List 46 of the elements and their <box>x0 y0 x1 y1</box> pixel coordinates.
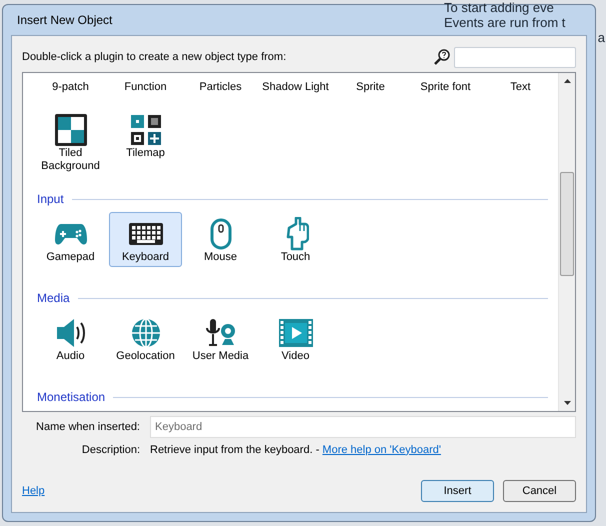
plugin-item[interactable]: Geolocation <box>109 311 182 366</box>
name-input[interactable]: Keyboard <box>150 416 576 438</box>
plugin-item[interactable]: Sprite <box>334 76 407 98</box>
dialog-button[interactable]: Insert <box>421 480 494 502</box>
plugin-item[interactable]: Mouse <box>184 212 257 267</box>
plugin-item[interactable]: 9-patch <box>34 76 107 98</box>
plugin-item[interactable]: Tiled Background <box>34 108 107 176</box>
plugin-item[interactable]: Tilemap <box>109 108 182 176</box>
dialog-button[interactable]: Cancel <box>503 480 576 502</box>
plugin-item[interactable]: Particles <box>184 76 257 98</box>
section-heading: Media <box>37 290 70 307</box>
search-help-icon <box>434 49 450 65</box>
section-heading: Monetisation <box>37 389 106 406</box>
plugin-item[interactable]: Text <box>484 76 557 98</box>
plugin-item[interactable]: Function <box>109 76 182 98</box>
plugin-item[interactable]: Gamepad <box>34 212 107 267</box>
prompt-text: Double-click a plugin to create a new object type from: <box>22 50 286 65</box>
section-heading: Input <box>37 191 64 208</box>
tiled-squares-icon <box>54 113 88 147</box>
plugin-item[interactable]: User Media <box>184 311 257 366</box>
video-icon <box>278 319 312 347</box>
plugin-item[interactable]: Touch <box>259 212 332 267</box>
microphone-webcam-icon <box>204 318 236 348</box>
keyboard-icon <box>128 223 162 245</box>
tile-grid-icon <box>130 114 162 146</box>
help-link[interactable]: More help on 'Keyboard' <box>322 444 441 456</box>
gamepad-icon <box>54 221 86 247</box>
search-field[interactable] <box>454 46 576 68</box>
background-text: To start adding eve <box>444 0 554 15</box>
plugin-item[interactable]: Keyboard <box>109 212 182 267</box>
plugin-item[interactable]: Audio <box>34 311 107 366</box>
mouse-icon <box>210 218 232 250</box>
globe-icon <box>130 317 162 349</box>
background-text: Events are run from t <box>444 15 566 30</box>
background-text: a <box>598 30 606 45</box>
window-title: Insert New Object <box>17 12 112 29</box>
field-label: Description: <box>80 442 141 458</box>
field-label: Name when inserted: <box>35 420 141 435</box>
help-link[interactable]: Help <box>22 482 45 500</box>
scrollbar[interactable] <box>558 73 575 411</box>
speaker-icon <box>56 317 86 349</box>
plugin-item[interactable]: Shadow Light <box>259 76 332 98</box>
scroll-thumb[interactable] <box>560 172 574 276</box>
plugin-item[interactable]: Video <box>259 311 332 366</box>
plugin-item[interactable]: Sprite font <box>409 76 482 98</box>
description-text: Retrieve input from the keyboard. - More help on 'Keyboard' <box>150 442 441 458</box>
